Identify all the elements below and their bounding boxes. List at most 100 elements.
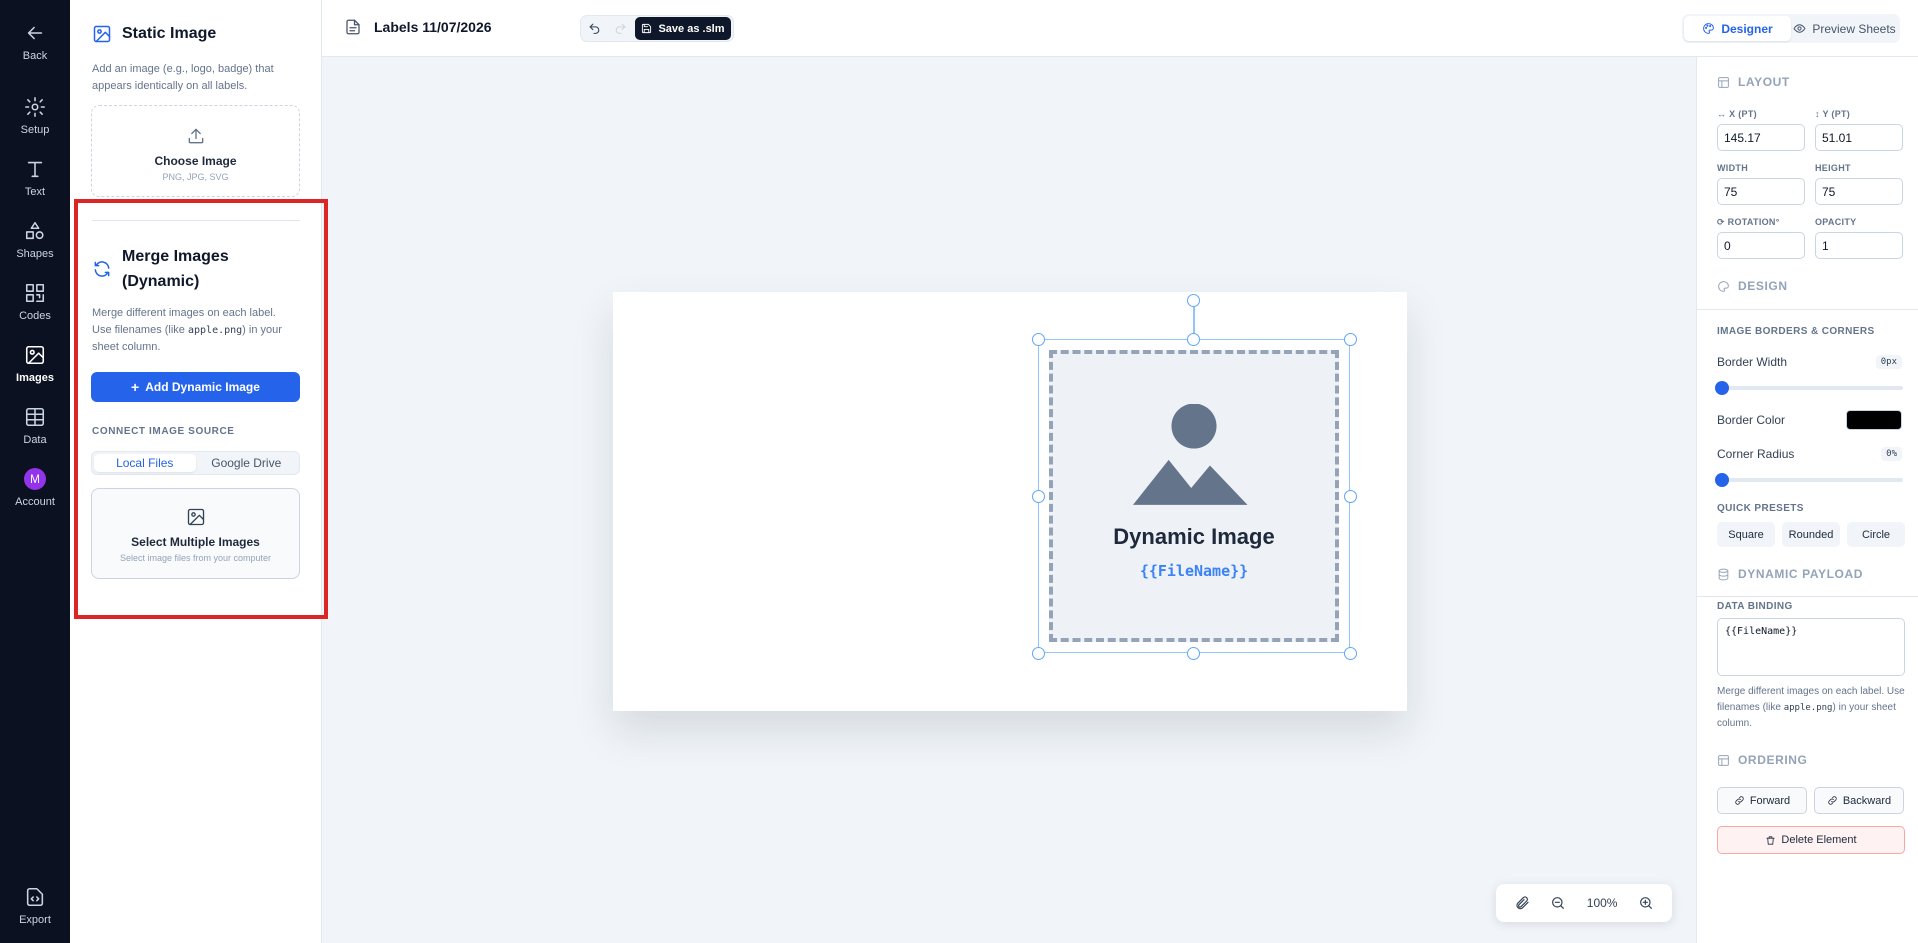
images-panel: Static Image Add an image (e.g., logo, b… [70, 0, 322, 943]
zoom-in-icon[interactable] [1638, 895, 1654, 911]
selection-box[interactable] [1038, 339, 1350, 653]
zoom-out-icon[interactable] [1550, 895, 1566, 911]
send-backward-button[interactable]: Backward [1814, 787, 1904, 814]
corner-radius-label: Corner Radius [1717, 447, 1795, 461]
table-icon [25, 407, 45, 427]
choose-image-label: Choose Image [154, 154, 237, 168]
text-icon [27, 161, 43, 178]
undo-icon [589, 23, 599, 34]
undo-button[interactable] [583, 18, 605, 39]
tab-preview-sheets[interactable]: Preview Sheets [1791, 16, 1898, 41]
rail-account[interactable]: M Account [0, 468, 70, 508]
history-toolbar: Save as .slm [580, 15, 734, 42]
corner-radius-slider[interactable] [1715, 473, 1903, 487]
resize-handle-top[interactable] [1187, 333, 1200, 346]
database-icon [1718, 568, 1729, 580]
layers-icon [1718, 754, 1729, 766]
trash-icon [1766, 835, 1775, 845]
height-input[interactable]: 75 [1815, 178, 1903, 205]
border-width-slider[interactable] [1715, 381, 1903, 395]
resize-handle-bottom-right[interactable] [1344, 647, 1357, 660]
preset-square-button[interactable]: Square [1717, 522, 1775, 547]
rotate-handle[interactable] [1187, 294, 1200, 307]
slider-knob[interactable] [1715, 381, 1729, 395]
ordering-heading: ORDERING [1717, 753, 1807, 767]
plus-icon: + [131, 379, 140, 395]
file-text-icon [346, 19, 360, 35]
rotation-input[interactable]: 0 [1717, 232, 1805, 259]
merge-images-title: Merge Images (Dynamic) [92, 244, 292, 294]
design-heading: DESIGN [1717, 279, 1788, 293]
rail-setup[interactable]: Setup [0, 96, 70, 136]
zoom-controls: 100% [1496, 884, 1672, 922]
rail-export[interactable]: Export [0, 886, 70, 926]
divider [92, 220, 300, 221]
opacity-label: OPACITY [1815, 217, 1857, 227]
choose-image-dropzone[interactable]: Choose Image PNG, JPG, SVG [91, 105, 300, 197]
tab-designer[interactable]: Designer [1684, 16, 1791, 41]
resize-handle-top-right[interactable] [1344, 333, 1357, 346]
resize-handle-left[interactable] [1032, 490, 1045, 503]
opacity-input[interactable]: 1 [1815, 232, 1903, 259]
image-source-tabs: Local Files Google Drive [91, 451, 300, 475]
rail-images[interactable]: Images [0, 344, 70, 384]
height-label: HEIGHT [1815, 163, 1851, 173]
resize-handle-top-left[interactable] [1032, 333, 1045, 346]
link-icon [1828, 796, 1837, 805]
preset-circle-button[interactable]: Circle [1847, 522, 1905, 547]
border-width-value: 0px [1875, 355, 1902, 369]
x-input[interactable]: 145.17 [1717, 124, 1805, 151]
payload-description: Merge different images on each label. Us… [1717, 686, 1905, 729]
quick-presets-label: QUICK PRESETS [1717, 503, 1804, 514]
slider-knob[interactable] [1715, 473, 1729, 487]
preset-rounded-button[interactable]: Rounded [1782, 522, 1840, 547]
data-binding-input[interactable]: {{FileName}} [1717, 618, 1905, 676]
y-label: ↕ Y (PT) [1815, 109, 1851, 119]
palette-icon [1718, 280, 1729, 292]
merge-images-description: Merge different images on each label. Us… [92, 307, 282, 353]
upload-icon [188, 128, 203, 144]
border-width-label: Border Width [1717, 355, 1788, 369]
resize-handle-bottom-left[interactable] [1032, 647, 1045, 660]
tab-local-files[interactable]: Local Files [94, 454, 196, 472]
link-icon [1735, 796, 1744, 805]
image-icon [93, 25, 111, 43]
connect-source-label: CONNECT IMAGE SOURCE [92, 426, 235, 437]
width-input[interactable]: 75 [1717, 178, 1805, 205]
choose-image-formats: PNG, JPG, SVG [162, 172, 229, 182]
resize-handle-bottom[interactable] [1187, 647, 1200, 660]
static-image-title: Static Image [92, 24, 216, 44]
dynamic-payload-heading: DYNAMIC PAYLOAD [1717, 567, 1863, 581]
rail-data[interactable]: Data [0, 406, 70, 446]
mode-switcher: Designer Preview Sheets [1682, 14, 1900, 43]
save-icon [642, 23, 652, 34]
add-dynamic-image-button[interactable]: + Add Dynamic Image [91, 372, 300, 402]
x-label: ↔ X (PT) [1717, 109, 1757, 119]
y-input[interactable]: 51.01 [1815, 124, 1903, 151]
layout-heading: LAYOUT [1717, 75, 1790, 89]
top-bar: Labels 11/07/2026 Save as .slm Designer … [322, 0, 1918, 57]
inspector-panel: LAYOUT ↔ X (PT) 145.17 ↕ Y (PT) 51.01 WI… [1696, 57, 1918, 943]
rail-shapes[interactable]: Shapes [0, 220, 70, 260]
delete-element-button[interactable]: Delete Element [1717, 826, 1905, 854]
resize-handle-right[interactable] [1344, 490, 1357, 503]
redo-button[interactable] [609, 18, 631, 39]
divider [1697, 596, 1918, 597]
bring-forward-button[interactable]: Forward [1717, 787, 1807, 814]
image-icon [25, 345, 45, 365]
static-image-description: Add an image (e.g., logo, badge) that ap… [92, 63, 274, 92]
rail-text[interactable]: Text [0, 158, 70, 198]
rail-back[interactable]: Back [0, 22, 70, 62]
gear-icon [25, 97, 45, 117]
border-color-swatch[interactable] [1846, 410, 1902, 430]
data-binding-label: DATA BINDING [1717, 601, 1793, 612]
save-button[interactable]: Save as .slm [635, 17, 731, 40]
tab-google-drive[interactable]: Google Drive [196, 454, 298, 472]
shapes-icon [25, 221, 44, 240]
select-multiple-images-dropzone[interactable]: Select Multiple Images Select image file… [91, 488, 300, 579]
paperclip-icon[interactable] [1514, 895, 1530, 911]
palette-icon [1703, 23, 1715, 34]
arrow-left-icon [27, 26, 43, 40]
select-multiple-label: Select Multiple Images [131, 535, 260, 549]
rail-codes[interactable]: Codes [0, 282, 70, 322]
